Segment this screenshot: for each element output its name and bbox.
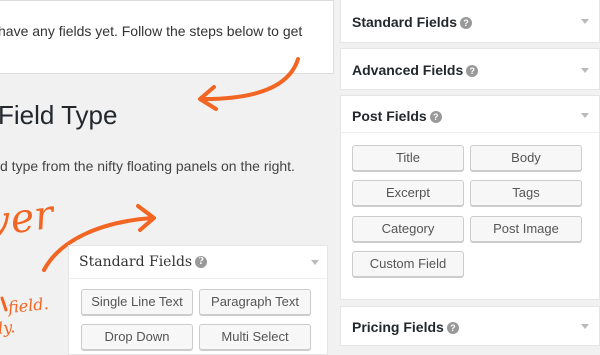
pricing-fields-title: Pricing Fields? xyxy=(352,319,459,335)
field-button-post-image[interactable]: Post Image xyxy=(470,216,582,242)
instruction-text: d type from the nifty floating panels on… xyxy=(0,158,295,174)
caret-down-icon[interactable] xyxy=(581,324,589,329)
post-fields-header[interactable]: Post Fields? xyxy=(341,96,599,133)
sample-panel-header[interactable]: Standard Fields? xyxy=(69,246,327,279)
question-circle-icon[interactable]: ? xyxy=(466,65,479,78)
field-button-category[interactable]: Category xyxy=(352,216,464,242)
field-button-multi-select[interactable]: Multi Select xyxy=(199,324,311,350)
caret-down-icon[interactable] xyxy=(581,68,589,73)
field-button-body[interactable]: Body xyxy=(470,145,582,171)
question-circle-icon[interactable]: ? xyxy=(195,256,208,268)
field-button-title[interactable]: Title xyxy=(352,145,464,171)
field-button-paragraph-text[interactable]: Paragraph Text xyxy=(199,289,311,315)
section-heading: Field Type xyxy=(0,100,118,130)
field-button-tags[interactable]: Tags xyxy=(470,180,582,206)
caret-down-icon[interactable] xyxy=(311,260,319,265)
standard-fields-panel[interactable]: Standard Fields? xyxy=(340,0,600,43)
caret-down-icon[interactable] xyxy=(581,19,589,24)
standard-fields-title: Standard Fields? xyxy=(352,14,473,30)
post-fields-title: Post Fields? xyxy=(352,108,442,124)
sample-standard-fields-panel: Standard Fields? Single Line Text Paragr… xyxy=(68,245,328,355)
field-button-custom-field[interactable]: Custom Field xyxy=(352,251,464,277)
advanced-fields-title: Advanced Fields? xyxy=(352,62,479,78)
field-button-drop-down[interactable]: Drop Down xyxy=(81,324,193,350)
sample-panel-title: Standard Fields? xyxy=(79,254,208,270)
underline-scribble xyxy=(0,296,8,312)
caret-down-icon[interactable] xyxy=(581,113,589,118)
pricing-fields-panel[interactable]: Pricing Fields? xyxy=(340,306,600,346)
field-button-single-line-text[interactable]: Single Line Text xyxy=(81,289,193,315)
hand-drawn-arrow-up-icon xyxy=(198,57,300,111)
question-circle-icon[interactable]: ? xyxy=(446,322,459,335)
advanced-fields-panel[interactable]: Advanced Fields? xyxy=(340,48,600,90)
question-circle-icon[interactable]: ? xyxy=(429,111,442,124)
question-circle-icon[interactable]: ? xyxy=(460,17,473,30)
handwriting-line1: field. xyxy=(7,293,50,318)
notice-text: have any fields yet. Follow the steps be… xyxy=(0,23,303,39)
post-fields-panel: Post Fields? Title Body Excerpt Tags Cat… xyxy=(340,95,600,300)
field-button-excerpt[interactable]: Excerpt xyxy=(352,180,464,206)
handwriting-line2: ly. xyxy=(0,317,17,338)
